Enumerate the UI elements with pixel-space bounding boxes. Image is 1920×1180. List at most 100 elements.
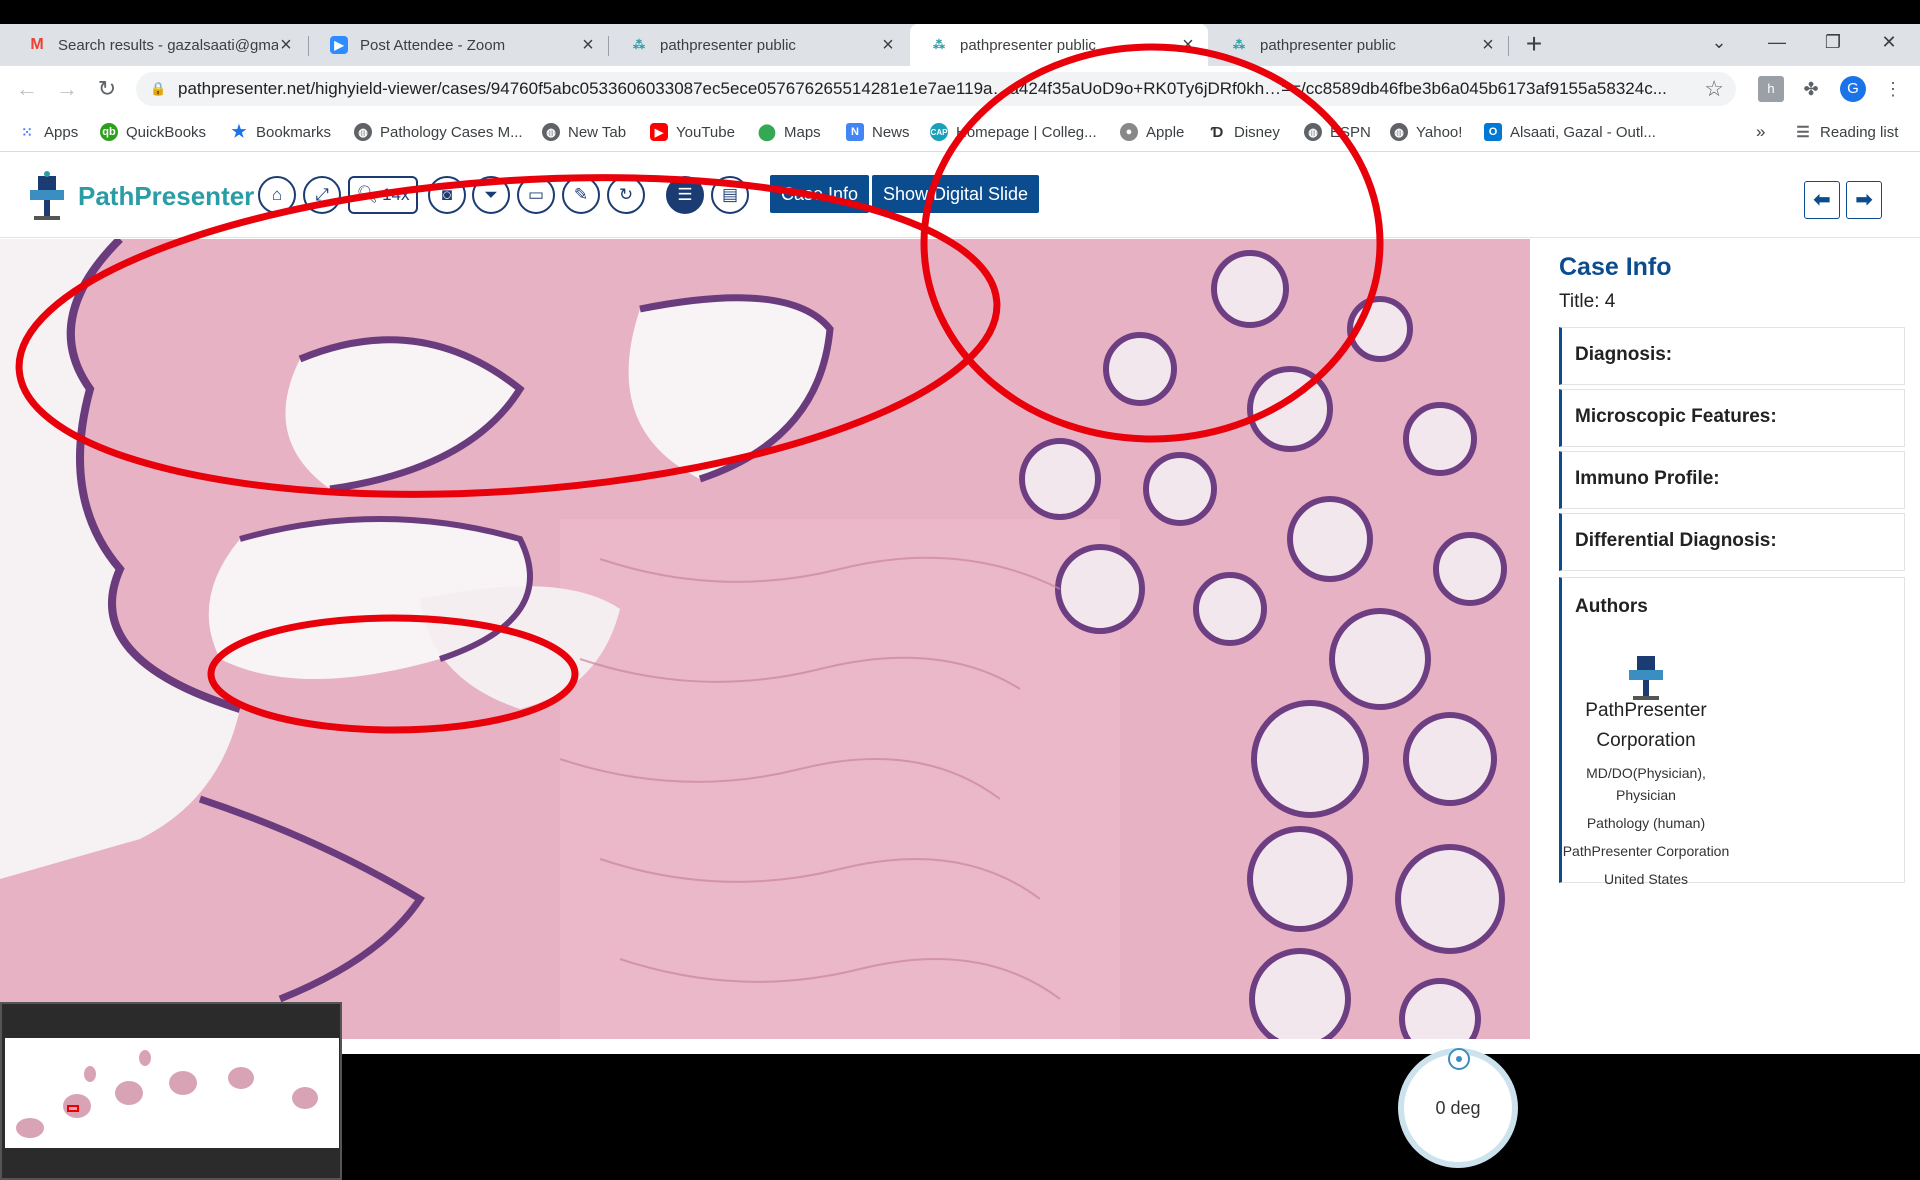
viewer-header: PathPresenter ⌂ ⤢ 🔍︎ 14x ◙ ⏷ ▭ ✎ ↻ ☰ ▤ Ca… [0,152,1920,238]
browser-chrome: M Search results - gazalsaati@gma × ▶ Po… [0,24,1920,152]
globe-icon: ◍ [354,123,372,141]
case-info-button[interactable]: Case Info [770,175,870,213]
bookmark-disney[interactable]: Ɗ Disney [1208,121,1280,143]
disney-icon: Ɗ [1210,123,1224,141]
reading-list-button[interactable]: ☰ Reading list [1794,121,1898,143]
home-tool-button[interactable]: ⌂ [258,176,296,214]
filter-icon[interactable]: ⏷ [472,176,510,214]
puzzle-icon[interactable]: ✤ [1798,76,1824,102]
bookmark-homepage[interactable]: CAP Homepage | Colleg... [930,121,1097,143]
author-card[interactable]: PathPresenter Corporation MD/DO(Physicia… [1562,638,1730,890]
address-bar[interactable]: 🔒 pathpresenter.net/highyield-viewer/cas… [136,72,1736,106]
bookmark-espn[interactable]: ◍ ESPN [1304,121,1371,143]
outlook-icon: O [1484,123,1502,141]
bookmark-label: QuickBooks [126,123,207,141]
tab-pathpresenter-2[interactable]: ⁂ pathpresenter public × [910,24,1208,66]
section-microscopic-features[interactable]: Microscopic Features: [1559,389,1905,447]
bookmark-label: News [872,123,910,141]
tab-title: Search results - gazalsaati@gma [58,36,278,54]
tab-title: pathpresenter public [660,36,796,54]
bookmark-label: ESPN [1330,123,1371,141]
bookmarks-bar: ⁙ Apps qb QuickBooks ★ Bookmarks ◍ Pathology… [0,112,1920,152]
bookmark-outlook[interactable]: O Alsaati, Gazal - Outl... [1484,121,1656,143]
brand-name: PathPresenter [78,180,255,211]
section-immuno-profile[interactable]: Immuno Profile: [1559,451,1905,509]
bookmark-maps[interactable]: ⬤ Maps [758,121,821,143]
rotation-value: 0 deg [1435,1097,1481,1118]
section-label: Immuno Profile: [1575,468,1720,489]
tab-pathpresenter-1[interactable]: ⁂ pathpresenter public × [610,24,908,66]
close-icon[interactable]: × [880,34,896,57]
forward-button[interactable]: → [52,74,82,104]
pencil-icon[interactable]: ✎ [562,176,600,214]
bookmark-quickbooks[interactable]: qb QuickBooks [100,121,206,143]
slide-viewer[interactable] [0,239,1530,1039]
logo[interactable]: PathPresenter [24,170,254,222]
pathpresenter-icon: ⁂ [933,38,945,52]
show-digital-slide-button[interactable]: Show Digital Slide [872,175,1040,213]
tab-search-icon[interactable]: ⌄ [1692,24,1746,60]
tab-pathpresenter-3[interactable]: ⁂ pathpresenter public × [1210,24,1508,66]
bookmark-label: Maps [784,123,821,141]
new-tab-button[interactable]: + [1518,28,1550,60]
author-degree: MD/DO(Physician), Physician [1586,765,1706,803]
rotate-icon[interactable]: ↻ [607,176,645,214]
rotation-handle[interactable] [1448,1048,1470,1070]
previous-case-button[interactable]: ⬅ [1804,181,1840,219]
pathpresenter-icon: ⁂ [1233,38,1245,52]
restore-button[interactable]: ❐ [1806,24,1860,60]
extension-icon[interactable]: h [1758,76,1784,102]
tab-divider [308,36,309,56]
minimize-button[interactable]: — [1750,24,1804,60]
reload-button[interactable]: ↻ [92,74,122,104]
close-icon[interactable]: × [1480,34,1496,57]
tab-zoom[interactable]: ▶ Post Attendee - Zoom × [310,24,608,66]
camera-icon[interactable]: ◙ [428,176,466,214]
browser-toolbar: ← → ↻ 🔒 pathpresenter.net/highyield-view… [0,66,1920,112]
bookmark-bookmarks[interactable]: ★ Bookmarks [230,121,331,143]
author-organization: PathPresenter Corporation [1562,843,1730,859]
case-info-panel: Case Info Title: 4 Diagnosis: Microscopi… [1545,239,1920,1054]
youtube-icon: ▶ [650,123,668,141]
reading-list-label: Reading list [1820,123,1899,141]
zoom-level-button[interactable]: 🔍︎ 14x [348,176,418,214]
star-icon[interactable]: ☆ [1704,76,1724,102]
bookmark-pathology-cases[interactable]: ◍ Pathology Cases M... [354,121,523,143]
bookmark-label: New Tab [568,123,627,141]
pathpresenter-app: PathPresenter ⌂ ⤢ 🔍︎ 14x ◙ ⏷ ▭ ✎ ↻ ☰ ▤ Ca… [0,152,1920,1180]
menu-icon[interactable]: ⋮ [1880,76,1906,102]
section-diagnosis[interactable]: Diagnosis: [1559,327,1905,385]
avatar[interactable]: G [1840,76,1866,102]
slide-minimap[interactable] [0,1002,342,1180]
bookmark-youtube[interactable]: ▶ YouTube [650,121,735,143]
bookmark-new-tab[interactable]: ◍ New Tab [542,121,626,143]
bookmark-label: Homepage | Colleg... [956,123,1097,141]
reading-list-icon: ☰ [1796,124,1810,141]
minimap-thumbnail[interactable] [5,1038,339,1148]
close-icon[interactable]: × [580,34,596,57]
close-icon[interactable]: × [1180,34,1196,57]
zoom-level: 14x [382,185,410,204]
bookmark-label: Disney [1234,123,1280,141]
list-icon[interactable]: ☰ [666,176,704,214]
bookmark-label: Yahoo! [1416,123,1463,141]
bookmark-apple[interactable]: ● Apple [1120,121,1184,143]
next-case-button[interactable]: ➡ [1846,181,1882,219]
notes-icon[interactable]: ▤ [711,176,749,214]
monitor-icon[interactable]: ▭ [517,176,555,214]
zoom-icon: ▶ [330,36,348,54]
author-country: United States [1603,871,1689,887]
star-icon: ★ [231,122,247,141]
author-logo-icon [1629,656,1663,700]
close-window-button[interactable]: ✕ [1862,24,1916,60]
bookmark-news[interactable]: N News [846,121,910,143]
bookmark-yahoo[interactable]: ◍ Yahoo! [1390,121,1462,143]
back-button[interactable]: ← [12,74,42,104]
close-icon[interactable]: × [278,34,294,57]
tissue-image [0,239,1530,1039]
bookmarks-overflow[interactable]: » [1756,121,1765,143]
bookmark-apps[interactable]: ⁙ Apps [18,121,78,143]
tab-gmail[interactable]: M Search results - gazalsaati@gma × [8,24,306,66]
section-differential-diagnosis[interactable]: Differential Diagnosis: [1559,513,1905,571]
fullscreen-icon[interactable]: ⤢ [303,176,341,214]
